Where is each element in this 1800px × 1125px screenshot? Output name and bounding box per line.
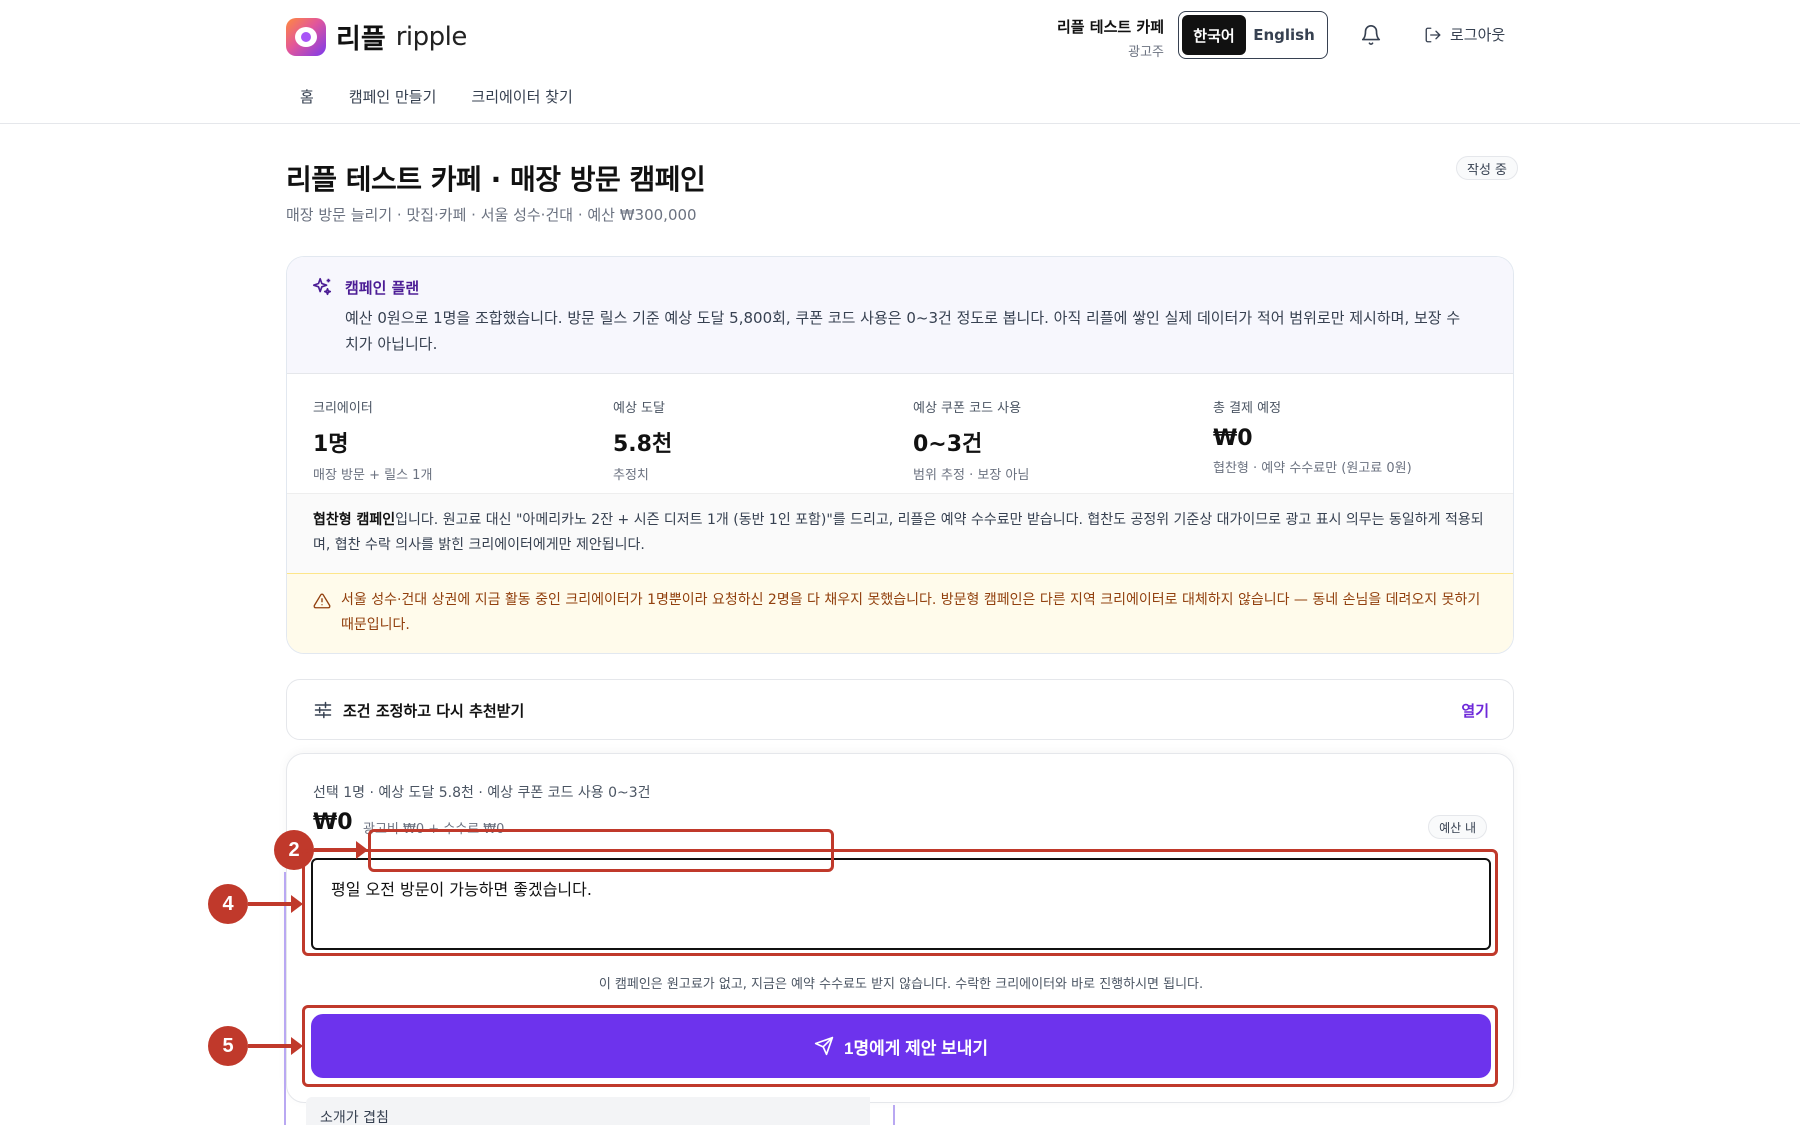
- metric-reach: 예상 도달 5.8천 추정치: [613, 375, 913, 493]
- page-title: 리플 테스트 카페 · 매장 방문 캠페인: [286, 163, 706, 196]
- metric-label: 예상 쿠폰 코드 사용: [913, 401, 1022, 416]
- metric-note: 범위 추정 · 보장 아님: [913, 468, 1030, 483]
- nav-home[interactable]: 홈: [300, 86, 314, 107]
- metric-label: 예상 도달: [613, 401, 665, 416]
- plan-title: 캠페인 플랜: [345, 279, 420, 297]
- total-amount: ₩0: [313, 810, 353, 835]
- within-budget-badge: 예산 내: [1428, 815, 1487, 839]
- nav-create-campaign[interactable]: 캠페인 만들기: [349, 86, 437, 107]
- metric-label: 크리에이터: [313, 401, 373, 416]
- status-badge: 작성 중: [1456, 156, 1519, 180]
- annotation-arrow: [248, 895, 303, 913]
- sliders-icon: [314, 701, 332, 719]
- metric-note: 추정치: [613, 468, 649, 483]
- coverage-warning: 서울 성수·건대 상권에 지금 활동 중인 크리에이터가 1명뿐이라 요청하신 …: [287, 573, 1513, 653]
- warning-text: 서울 성수·건대 상권에 지금 활동 중인 크리에이터가 1명뿐이라 요청하신 …: [341, 592, 1481, 633]
- logo[interactable]: 리플 ripple: [286, 17, 467, 56]
- metric-label: 총 결제 예정: [1213, 401, 1282, 416]
- plan-description: 예산 0원으로 1명을 조합했습니다. 방문 릴스 기준 예상 도달 5,800…: [345, 309, 1461, 353]
- metric-value: 1명: [313, 432, 349, 457]
- adjust-label: 조건 조정하고 다시 추천받기: [343, 702, 525, 720]
- fee-note: 이 캠페인은 원고료가 없고, 지금은 예약 수수료도 받지 않습니다. 수락한…: [598, 977, 1204, 992]
- intro-overlap-panel: [306, 1097, 870, 1125]
- metric-coupon-usage: 예상 쿠폰 코드 사용 0~3건 범위 추정 · 보장 아님: [913, 375, 1213, 493]
- ripple-logo-icon: [286, 17, 326, 56]
- metric-note: 매장 방문 + 릴스 1개: [313, 468, 433, 483]
- highlight-box-4: [302, 849, 1498, 956]
- logo-text-en: ripple: [395, 21, 468, 52]
- annotation-arrow: [248, 1037, 303, 1055]
- campaign-plan-card: 캠페인 플랜 예산 0원으로 1명을 조합했습니다. 방문 릴스 기준 예상 도…: [286, 256, 1514, 654]
- main-nav: 홈 캠페인 만들기 크리에이터 찾기: [300, 86, 608, 107]
- timeline-line: [893, 1105, 895, 1125]
- metric-value: ₩0: [1213, 426, 1253, 451]
- adjust-open-button[interactable]: 열기: [1461, 700, 1489, 721]
- lang-korean-button[interactable]: 한국어: [1182, 15, 1246, 55]
- sparkles-icon: [312, 277, 332, 296]
- sponsorship-info: 협찬형 캠페인입니다. 원고료 대신 "아메리카노 2잔 + 시즌 디저트 1개…: [287, 493, 1513, 573]
- page-subtitle: 매장 방문 늘리기 · 맛집·카페 · 서울 성수·건대 · 예산 ₩300,0…: [286, 206, 697, 224]
- plan-header: 캠페인 플랜 예산 0원으로 1명을 조합했습니다. 방문 릴스 기준 예상 도…: [287, 257, 1513, 374]
- annotation-marker-4: 4: [208, 884, 248, 924]
- app-header: 리플 ripple 리플 테스트 카페 광고주 한국어 English 로그아웃…: [0, 0, 1800, 124]
- metric-creators: 크리에이터 1명 매장 방문 + 릴스 1개: [313, 375, 613, 493]
- account-info: 리플 테스트 카페 광고주: [1057, 16, 1164, 60]
- selection-summary: 선택 1명 · 예상 도달 5.8천 · 예상 쿠폰 코드 사용 0~3건: [313, 785, 651, 801]
- plan-metrics: 크리에이터 1명 매장 방문 + 릴스 1개 예상 도달 5.8천 추정치 예상…: [287, 375, 1513, 493]
- language-toggle: 한국어 English: [1178, 11, 1328, 59]
- lang-english-button[interactable]: English: [1246, 15, 1322, 55]
- intro-overlap-label: 소개가 겹침: [320, 1110, 389, 1125]
- nav-find-creators[interactable]: 크리에이터 찾기: [471, 86, 572, 107]
- account-role: 광고주: [1128, 45, 1164, 60]
- timeline-line: [284, 872, 286, 1125]
- logout-button[interactable]: 로그아웃: [1424, 24, 1505, 45]
- highlight-box-5: [302, 1005, 1498, 1087]
- bell-icon[interactable]: [1360, 24, 1382, 46]
- metric-note: 협찬형 · 예약 수수료만 (원고료 0원): [1213, 461, 1412, 476]
- logout-icon: [1425, 27, 1441, 42]
- logo-text-ko: 리플: [336, 24, 386, 55]
- adjust-conditions-bar[interactable]: 조건 조정하고 다시 추천받기 열기: [286, 679, 1514, 740]
- metric-value: 5.8천: [613, 432, 673, 457]
- sponsorship-highlight: 협찬형 캠페인: [313, 512, 396, 528]
- warning-triangle-icon: [313, 593, 331, 609]
- sponsorship-text: 입니다. 원고료 대신 "아메리카노 2잔 + 시즌 디저트 1개 (동반 1인…: [313, 512, 1484, 553]
- account-name: 리플 테스트 카페: [1056, 18, 1164, 36]
- metric-total-payment: 총 결제 예정 ₩0 협찬형 · 예약 수수료만 (원고료 0원): [1213, 375, 1513, 493]
- metric-value: 0~3건: [913, 432, 983, 457]
- annotation-marker-5: 5: [208, 1026, 248, 1066]
- logout-label: 로그아웃: [1450, 26, 1506, 44]
